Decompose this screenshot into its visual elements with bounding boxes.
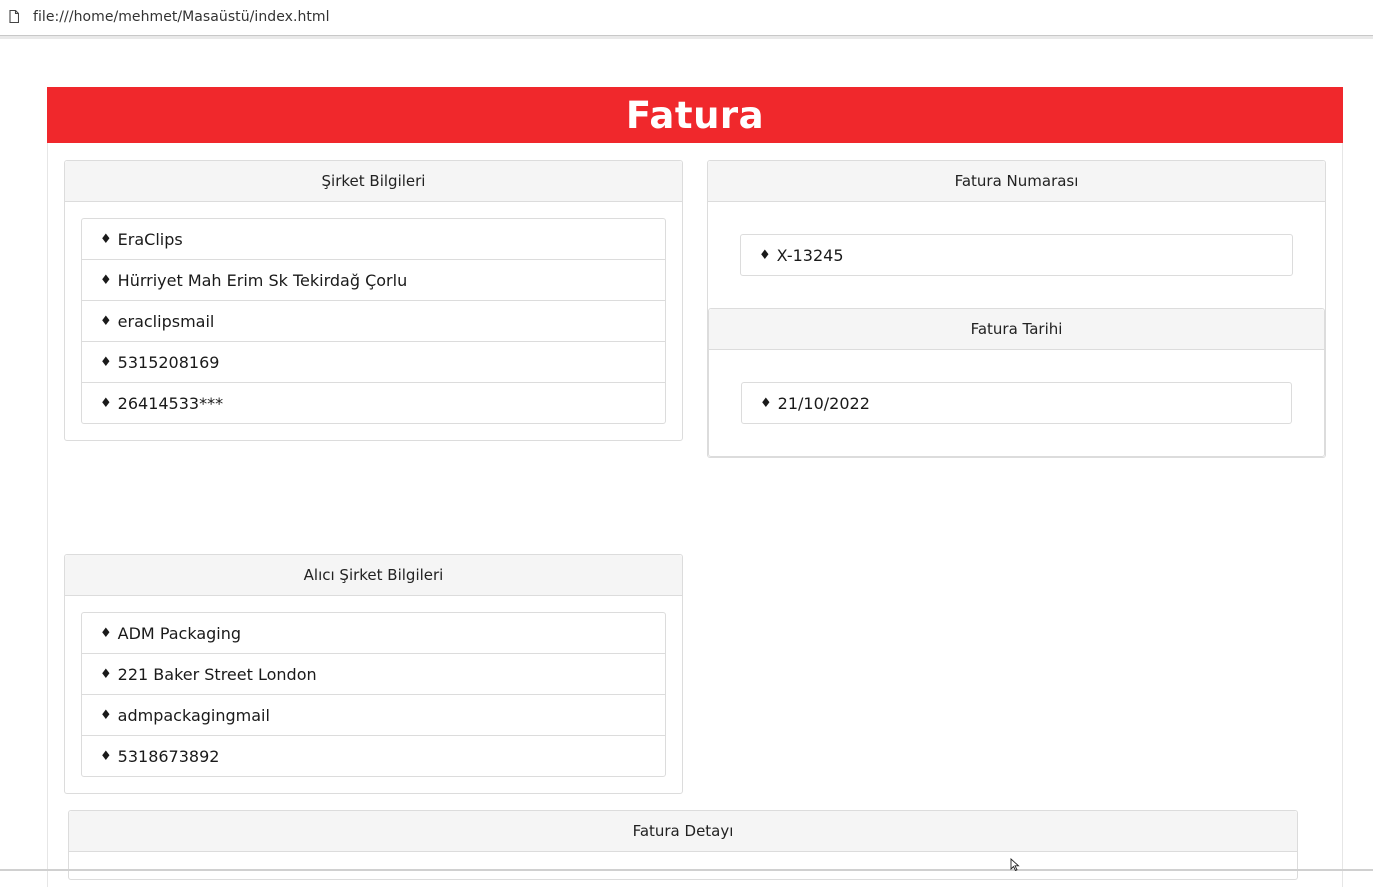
invoice-number-value: X-13245	[776, 246, 844, 265]
buyer-info-card: Alıcı Şirket Bilgileri ♦ ADM Packaging ♦ 2…	[64, 554, 683, 794]
diamond-icon: ♦	[100, 707, 112, 723]
list-item: ♦ ADM Packaging	[82, 613, 665, 654]
invoice-number-list: ♦ X-13245	[740, 234, 1293, 276]
list-item: ♦ 26414533***	[82, 383, 665, 424]
diamond-icon: ♦	[100, 749, 112, 764]
list-item: ♦ 5318673892	[82, 736, 665, 777]
diamond-icon: ♦	[759, 248, 771, 263]
company-name: EraClips	[117, 229, 183, 249]
title-banner: Fatura	[47, 87, 1343, 143]
invoice-date-value: 21/10/2022	[777, 394, 870, 413]
company-info-list: ♦ EraClips ♦ Hürriyet Mah Erim Sk Tekirdağ…	[81, 218, 666, 424]
buyer-info-header: Alıcı Şirket Bilgileri	[65, 555, 682, 596]
list-item: ♦ 21/10/2022	[742, 383, 1291, 424]
diamond-icon: ♦	[100, 272, 112, 288]
mouse-cursor-icon	[1010, 858, 1020, 871]
diamond-icon: ♦	[100, 354, 112, 370]
invoice-date-header: Fatura Tarihi	[709, 309, 1324, 350]
buyer-phone: 5318673892	[117, 747, 220, 766]
company-address: Hürriyet Mah Erim Sk Tekirdağ Çorlu	[117, 270, 408, 290]
list-item: ♦ X-13245	[741, 235, 1292, 276]
company-email: eraclipsmail	[117, 311, 215, 331]
company-tax-id: 26414533***	[117, 394, 224, 413]
company-info-card: Şirket Bilgileri ♦ EraClips ♦ Hürriyet Mah…	[64, 160, 683, 441]
list-item: ♦ EraClips	[82, 219, 665, 260]
buyer-address: 221 Baker Street London	[117, 664, 317, 684]
invoice-detail-header: Fatura Detayı	[69, 811, 1297, 852]
diamond-icon: ♦	[100, 313, 112, 329]
diamond-icon: ♦	[100, 666, 112, 682]
url-text[interactable]: file:///home/mehmet/Masaüstü/index.html	[33, 9, 330, 25]
page-title: Fatura	[625, 93, 765, 137]
list-item: ♦ 221 Baker Street London	[82, 654, 665, 695]
diamond-icon: ♦	[100, 625, 112, 641]
invoice-date-list: ♦ 21/10/2022	[741, 382, 1292, 424]
diamond-icon: ♦	[760, 396, 772, 411]
invoice-date-card: Fatura Tarihi ♦ 21/10/2022	[708, 308, 1325, 457]
buyer-info-list: ♦ ADM Packaging ♦ 221 Baker Street London …	[81, 612, 666, 777]
page-icon	[9, 10, 19, 23]
list-item: ♦ eraclipsmail	[82, 301, 665, 342]
buyer-email: admpackagingmail	[117, 705, 270, 725]
diamond-icon: ♦	[100, 231, 112, 247]
list-item: ♦ admpackagingmail	[82, 695, 665, 736]
browser-address-bar[interactable]: file:///home/mehmet/Masaüstü/index.html	[0, 0, 1373, 36]
diamond-icon: ♦	[100, 396, 112, 411]
buyer-name: ADM Packaging	[117, 623, 242, 643]
list-item: ♦ 5315208169	[82, 342, 665, 383]
list-item: ♦ Hürriyet Mah Erim Sk Tekirdağ Çorlu	[82, 260, 665, 301]
company-phone: 5315208169	[117, 352, 220, 372]
company-info-header: Şirket Bilgileri	[65, 161, 682, 202]
address-bar-shadow	[0, 36, 1373, 39]
invoice-number-header: Fatura Numarası	[708, 161, 1325, 202]
